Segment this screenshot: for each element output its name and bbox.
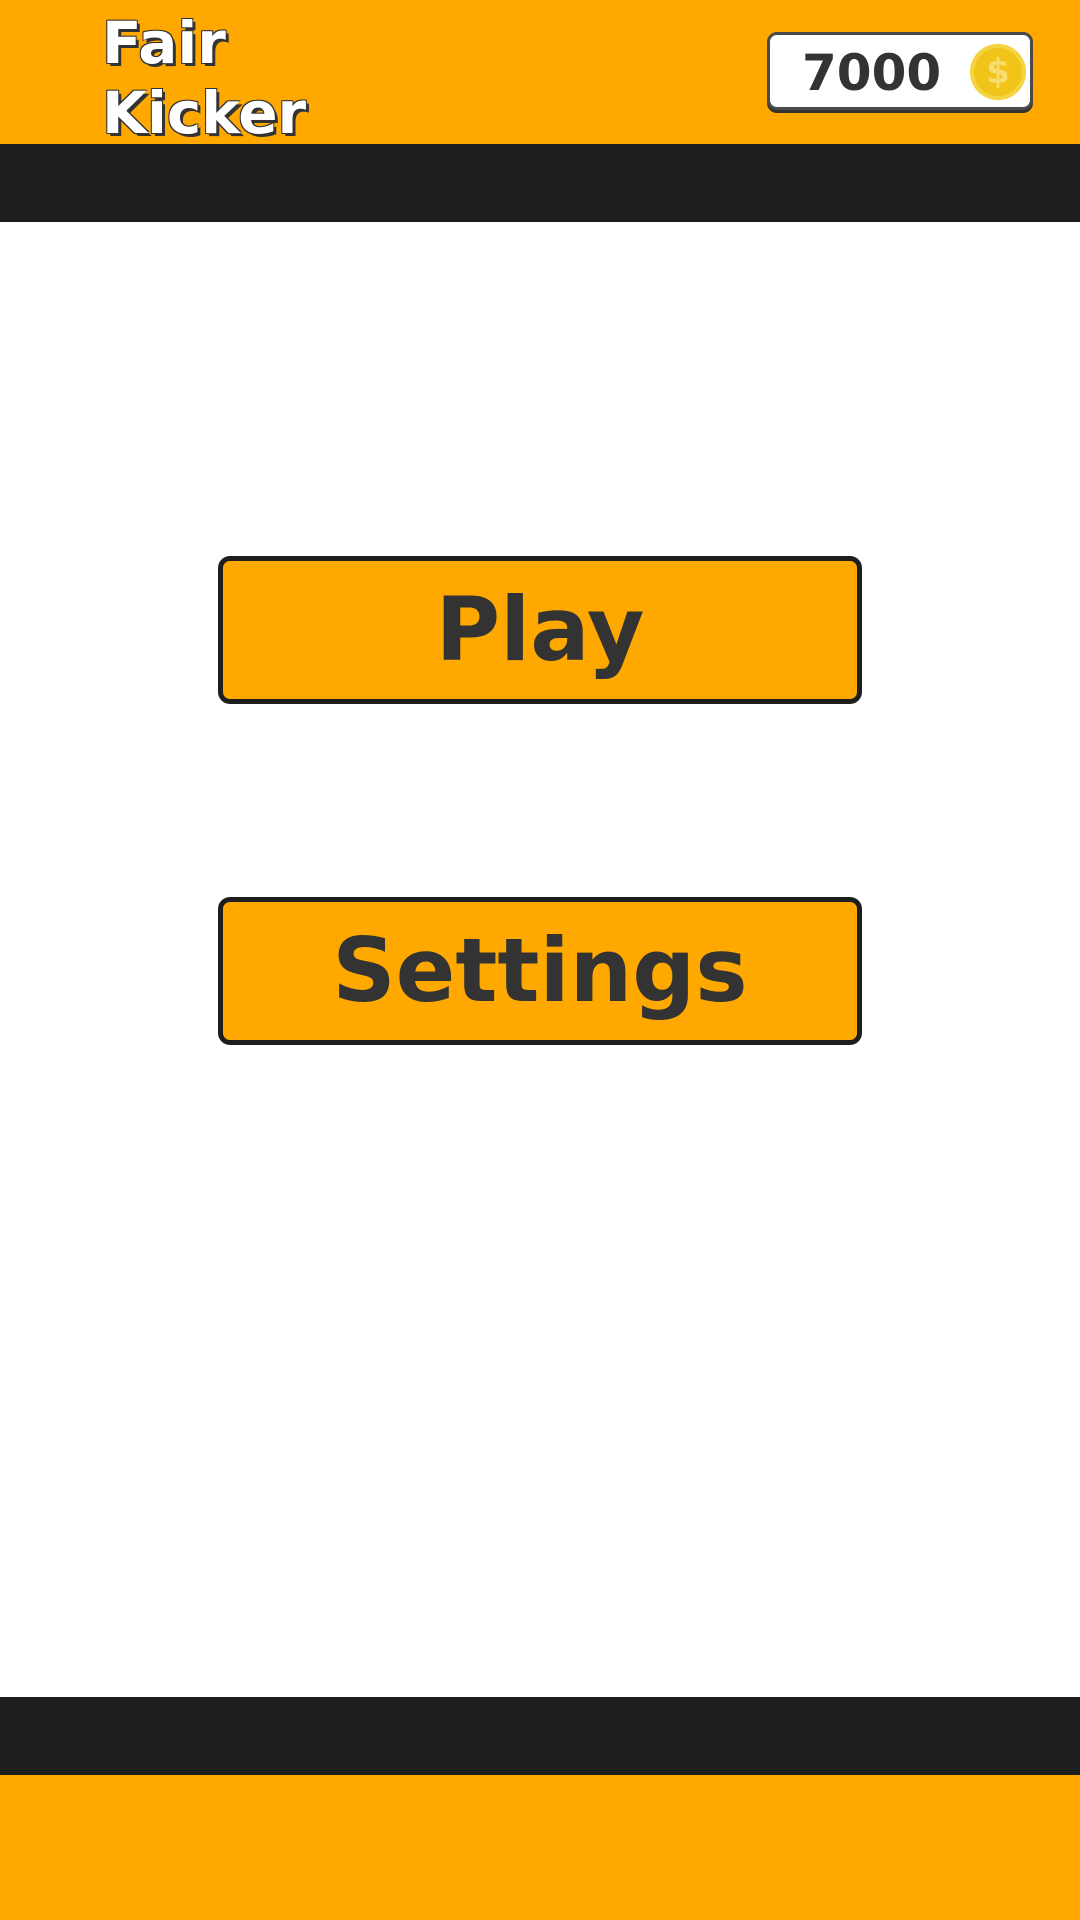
top-bar: Fair Kicker 7000 $	[0, 0, 1080, 147]
main-menu-screen: Fair Kicker 7000 $ Play Settings	[0, 0, 1080, 1920]
settings-button[interactable]: Settings	[218, 897, 862, 1045]
app-title-line2: Kicker	[102, 79, 307, 147]
coin-count: 7000	[802, 44, 942, 102]
bottom-dark-band	[0, 1697, 1080, 1775]
top-dark-band	[0, 144, 1080, 222]
bottom-bar	[0, 1775, 1080, 1920]
play-button[interactable]: Play	[218, 556, 862, 704]
coin-icon: $	[970, 44, 1026, 100]
coin-balance: 7000 $	[767, 32, 1033, 110]
app-title: Fair Kicker	[102, 8, 322, 148]
app-title-line1: Fair	[102, 9, 226, 77]
